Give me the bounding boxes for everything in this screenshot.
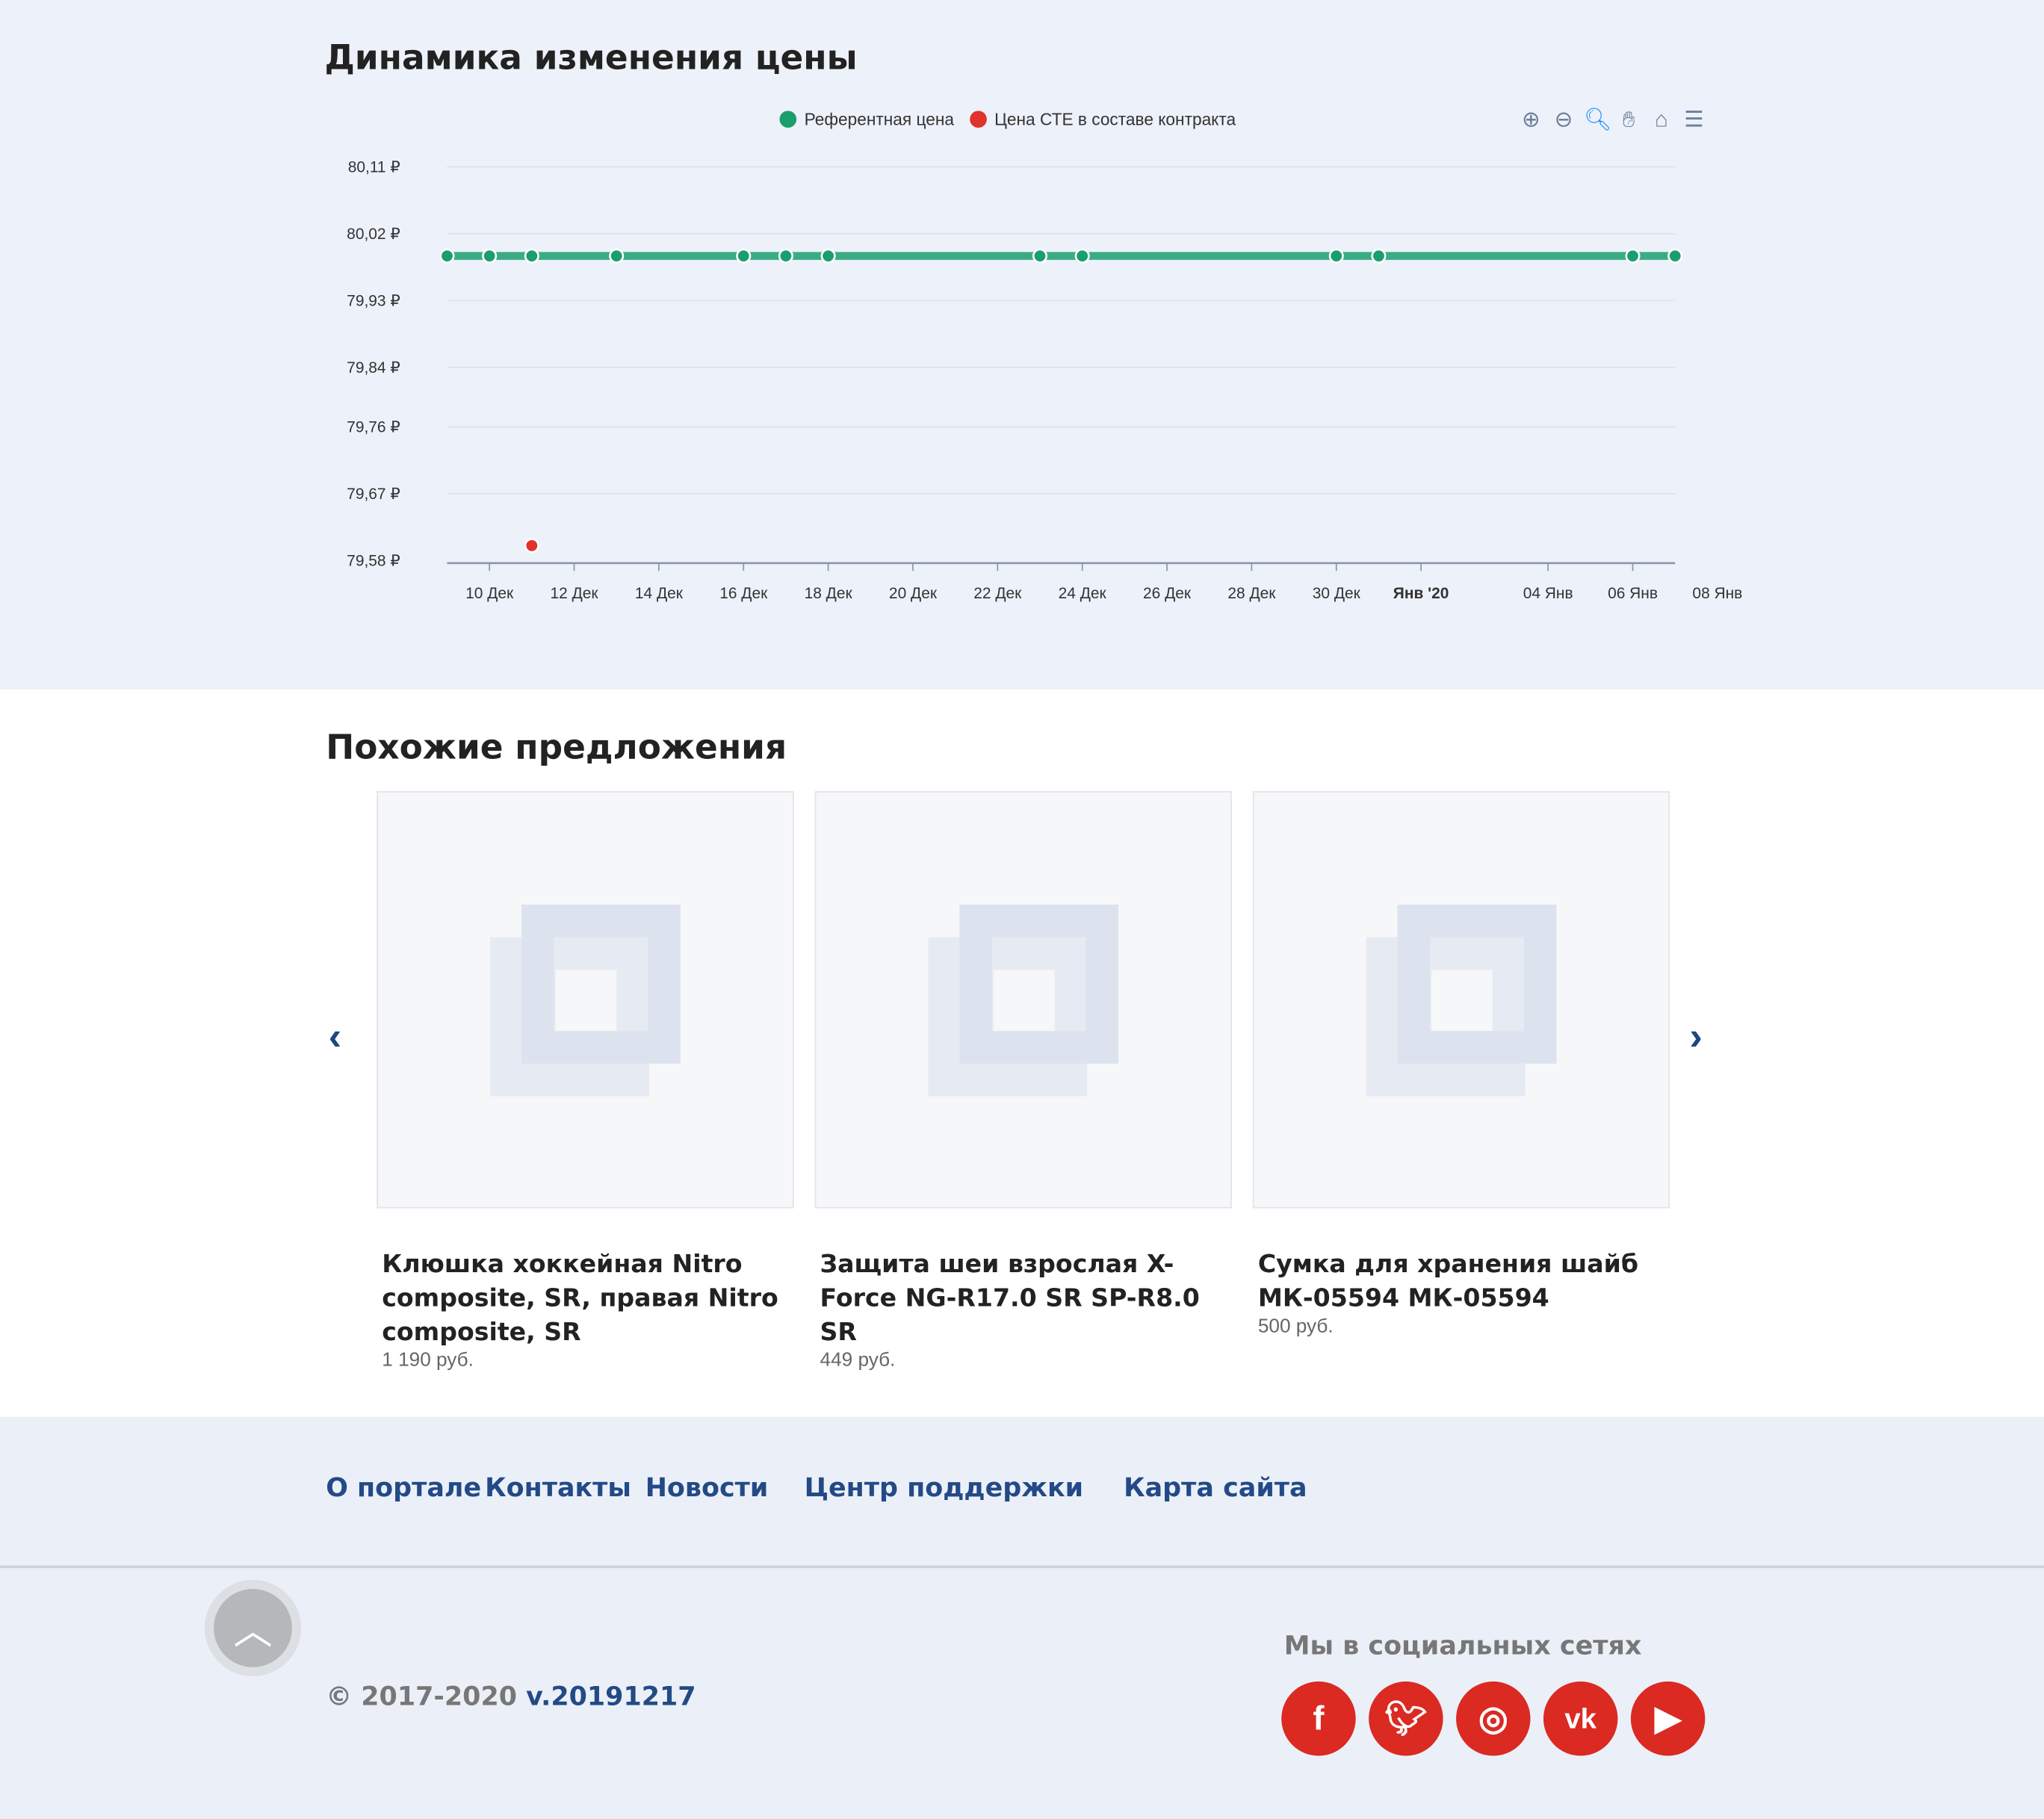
data-point: [1074, 248, 1090, 264]
link-sitemap[interactable]: Карта сайта: [1124, 1472, 1307, 1503]
copyright: © 2017-2020 v.20191217: [326, 1680, 696, 1712]
product-title[interactable]: Сумка для хранения шайб МК-05594 МК-0559…: [1258, 1248, 1670, 1316]
data-point: [482, 248, 498, 264]
data-point: [1032, 248, 1048, 264]
facebook-icon[interactable]: f: [1281, 1681, 1356, 1756]
social-links: f 🐦︎ ◎ vk ▶: [1281, 1681, 1706, 1756]
product-image-placeholder[interactable]: [814, 791, 1232, 1209]
twitter-icon[interactable]: 🐦︎: [1369, 1681, 1443, 1756]
price-chart: 80,11 ₽ 80,02 ₽ 79,93 ₽ 79,84 ₽ 79,76 ₽ 79,67…: [347, 158, 1742, 602]
data-point: [524, 538, 539, 554]
data-point: [1625, 248, 1641, 264]
product-price: 1 190 руб.: [382, 1348, 474, 1372]
link-support[interactable]: Центр поддержки: [805, 1472, 1083, 1503]
x-tick-label: 04 Янв: [1523, 585, 1573, 602]
data-point: [1328, 248, 1344, 264]
data-point: [1667, 248, 1683, 264]
similar-offers-section: Похожие предложения ‹ › Клюшка хоккейная…: [0, 690, 2044, 1417]
placeholder-shape: [521, 905, 681, 1064]
link-news[interactable]: Новости: [645, 1472, 769, 1503]
data-point: [778, 248, 793, 264]
product-image-placeholder[interactable]: [377, 791, 794, 1209]
youtube-icon[interactable]: ▶: [1630, 1681, 1706, 1756]
product-card[interactable]: Защита шеи взрослая X-Force NG-R17.0 SR …: [814, 791, 1232, 1372]
link-about[interactable]: О портале: [326, 1472, 481, 1503]
data-point: [609, 248, 625, 264]
instagram-icon[interactable]: ◎: [1456, 1681, 1531, 1756]
x-tick-label: 22 Дек: [973, 585, 1022, 602]
data-point: [736, 248, 752, 264]
product-price: 500 руб.: [1257, 1315, 1334, 1338]
data-point: [1371, 248, 1387, 264]
x-tick-label: 26 Дек: [1143, 585, 1192, 602]
placeholder-shape: [959, 905, 1118, 1064]
x-tick-label: 18 Дек: [805, 585, 853, 602]
product-card[interactable]: Клюшка хоккейная Nitro composite, SR, пр…: [377, 791, 794, 1372]
footer: О портале Контакты Новости Центр поддерж…: [0, 1416, 2044, 1819]
y-tick-label: 79,67 ₽: [347, 486, 400, 503]
carousel-prev-button[interactable]: ‹: [329, 1015, 341, 1059]
scroll-top-button[interactable]: ︿: [204, 1579, 302, 1676]
y-tick-label: 79,58 ₽: [347, 552, 400, 569]
chevron-up-icon: ︿: [214, 1589, 292, 1667]
x-tick-label: 10 Дек: [465, 585, 514, 602]
data-point: [820, 248, 836, 264]
product-card[interactable]: Сумка для хранения шайб МК-05594 МК-0559…: [1252, 791, 1670, 1338]
y-tick-label: 79,93 ₽: [347, 292, 400, 309]
x-tick-label: 28 Дек: [1227, 585, 1276, 602]
x-tick-label: 06 Янв: [1608, 585, 1658, 602]
data-point: [524, 248, 539, 264]
divider: [0, 1565, 2044, 1569]
y-tick-label: 80,02 ₽: [347, 226, 400, 243]
x-tick-label: 24 Дек: [1059, 585, 1107, 602]
x-tick-label: 30 Дек: [1313, 585, 1361, 602]
product-title[interactable]: Клюшка хоккейная Nitro composite, SR, пр…: [382, 1248, 793, 1349]
product-title[interactable]: Защита шеи взрослая X-Force NG-R17.0 SR …: [820, 1248, 1232, 1349]
y-tick-label: 80,11 ₽: [348, 158, 400, 176]
placeholder-shape: [1398, 905, 1557, 1064]
product-image-placeholder[interactable]: [1252, 791, 1670, 1209]
x-tick-label: 14 Дек: [635, 585, 684, 602]
version: v.20191217: [526, 1680, 696, 1712]
social-title: Мы в социальных сетях: [1283, 1629, 1642, 1661]
product-price: 449 руб.: [820, 1348, 896, 1372]
x-tick-label: Янв '20: [1393, 585, 1449, 602]
vk-icon[interactable]: vk: [1543, 1681, 1618, 1756]
x-tick-label: 20 Дек: [889, 585, 938, 602]
section-title: Похожие предложения: [326, 728, 787, 768]
carousel-next-button[interactable]: ›: [1689, 1015, 1702, 1059]
x-tick-label: 08 Янв: [1692, 585, 1742, 602]
data-point: [439, 248, 455, 264]
x-tick-label: 16 Дек: [719, 585, 768, 602]
y-tick-label: 79,84 ₽: [347, 359, 400, 376]
link-contacts[interactable]: Контакты: [485, 1472, 631, 1503]
y-tick-label: 79,76 ₽: [347, 418, 400, 436]
x-tick-label: 12 Дек: [551, 585, 599, 602]
price-dynamics-section: Динамика изменения цены Референтная цена…: [0, 0, 2044, 690]
